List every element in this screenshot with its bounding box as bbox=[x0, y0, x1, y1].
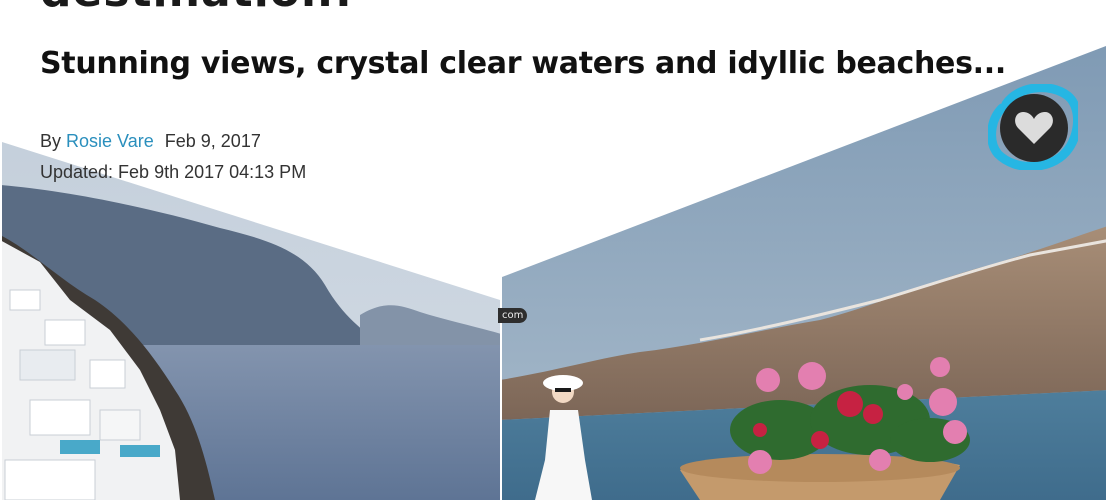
favorite-button[interactable] bbox=[987, 83, 1083, 171]
publish-date: Feb 9, 2017 bbox=[164, 131, 261, 151]
byline-prefix: By bbox=[40, 131, 62, 151]
author-link[interactable]: Rosie Vare bbox=[66, 131, 154, 151]
article-meta: By Rosie Vare Feb 9, 2017 Updated: Feb 9… bbox=[40, 126, 306, 188]
byline: By Rosie Vare Feb 9, 2017 bbox=[40, 126, 306, 157]
watermark-label: com bbox=[498, 308, 528, 323]
photo-collage bbox=[2, 46, 1106, 500]
heart-icon bbox=[987, 83, 1083, 171]
updated-timestamp: Updated: Feb 9th 2017 04:13 PM bbox=[40, 162, 307, 182]
